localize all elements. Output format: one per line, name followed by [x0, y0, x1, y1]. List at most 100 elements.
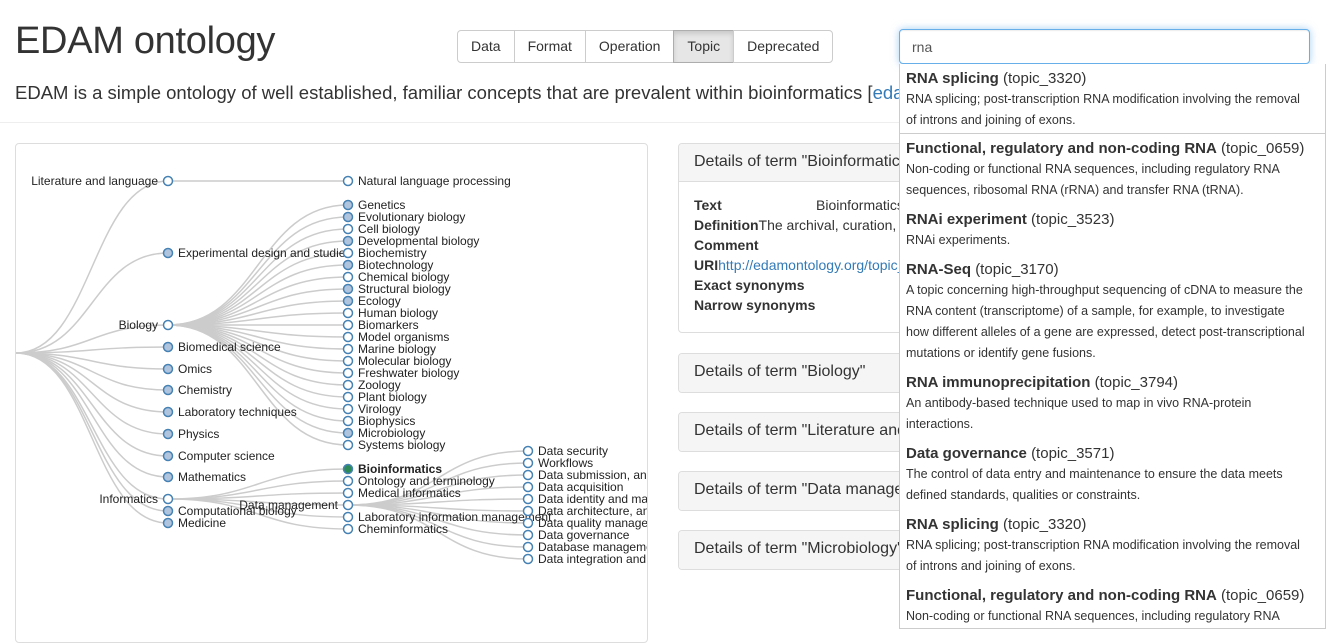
tree-node-circle[interactable]: [342, 523, 354, 535]
tab-topic[interactable]: Topic: [673, 30, 735, 63]
tree-node-omics[interactable]: Omics: [162, 362, 213, 376]
tree-node-circle[interactable]: [522, 445, 534, 457]
tree-node-label[interactable]: Medical informatics: [358, 486, 461, 500]
tree-node-physics[interactable]: Physics: [162, 427, 220, 441]
tree-node-circle[interactable]: [162, 493, 174, 505]
tab-deprecated[interactable]: Deprecated: [733, 30, 834, 63]
tree-node-medicine[interactable]: Medicine: [162, 516, 227, 530]
tree-node-circle[interactable]: [342, 331, 354, 343]
tree-node-circle[interactable]: [342, 403, 354, 415]
tree-node-circle[interactable]: [162, 384, 174, 396]
tree-node-literature-and-language[interactable]: Literature and language: [31, 174, 174, 188]
tree-node-circle[interactable]: [522, 457, 534, 469]
tree-node-biology[interactable]: Biology: [119, 318, 174, 332]
tree-node-label[interactable]: Computer science: [178, 449, 275, 463]
tree-node-circle[interactable]: [342, 175, 354, 187]
suggestion-item[interactable]: Functional, regulatory and non-coding RN…: [900, 134, 1325, 205]
tree-node-label[interactable]: Omics: [178, 362, 212, 376]
tree-node-circle[interactable]: [162, 175, 174, 187]
tree-node-chemistry[interactable]: Chemistry: [162, 383, 233, 397]
tree-node-circle[interactable]: [342, 499, 354, 511]
tree-node-laboratory-techniques[interactable]: Laboratory techniques: [162, 405, 297, 419]
search-input[interactable]: [899, 29, 1310, 64]
tree-node-circle[interactable]: [342, 367, 354, 379]
suggestion-item[interactable]: Data governance (topic_3571) The control…: [900, 439, 1325, 510]
tree-node-label[interactable]: Chemistry: [178, 383, 232, 397]
suggestion-item[interactable]: RNA immunoprecipitation (topic_3794) An …: [900, 368, 1325, 439]
tree-node-label[interactable]: Biology: [119, 318, 158, 332]
tree-node-label[interactable]: Data management: [239, 498, 338, 512]
tree-node-circle[interactable]: [342, 343, 354, 355]
tree-node-circle[interactable]: [342, 307, 354, 319]
tagline-link[interactable]: edam: [873, 82, 900, 103]
tab-data[interactable]: Data: [457, 30, 515, 63]
tree-node-circle[interactable]: [522, 481, 534, 493]
tree-node-circle[interactable]: [162, 341, 174, 353]
tree-node-circle[interactable]: [162, 471, 174, 483]
suggestion-item[interactable]: RNA splicing (topic_3320) RNA splicing; …: [900, 64, 1325, 134]
tree-node-natural-language-processing[interactable]: Natural language processing: [342, 174, 511, 188]
tree-node-circle[interactable]: [342, 379, 354, 391]
tree-node-circle[interactable]: [162, 247, 174, 259]
tree-node-circle[interactable]: [162, 517, 174, 529]
tree-node-label[interactable]: Experimental design and studies: [178, 246, 351, 260]
tree-node-circle[interactable]: [522, 541, 534, 553]
tree-node-computer-science[interactable]: Computer science: [162, 449, 276, 463]
tree-node-label[interactable]: Data integration and warehousing: [538, 552, 648, 566]
suggestion-item[interactable]: RNAi experiment (topic_3523) RNAi experi…: [900, 205, 1325, 255]
suggestion-item[interactable]: RNA-Seq (topic_3170) A topic concerning …: [900, 255, 1325, 368]
tree-node-circle[interactable]: [522, 505, 534, 517]
tree-node-label[interactable]: Natural language processing: [358, 174, 511, 188]
tree-node-circle[interactable]: [162, 505, 174, 517]
tree-node-circle[interactable]: [162, 319, 174, 331]
tree-node-circle[interactable]: [342, 223, 354, 235]
tree-node-label[interactable]: Physics: [178, 427, 219, 441]
tree-node-circle[interactable]: [342, 427, 354, 439]
tree-node-mathematics[interactable]: Mathematics: [162, 470, 247, 484]
tree-node-experimental-design-and-studies[interactable]: Experimental design and studies: [162, 246, 352, 260]
tree-node-label[interactable]: Laboratory techniques: [178, 405, 297, 419]
tree-node-circle[interactable]: [342, 199, 354, 211]
tree-node-data-integration-and-warehousing[interactable]: Data integration and warehousing: [522, 552, 649, 566]
tree-node-circle[interactable]: [342, 475, 354, 487]
tree-node-circle[interactable]: [162, 428, 174, 440]
suggestion-item[interactable]: RNA splicing (topic_3320) RNA splicing; …: [900, 510, 1325, 581]
tab-operation[interactable]: Operation: [584, 30, 675, 63]
tree-node-circle[interactable]: [342, 235, 354, 247]
tab-format[interactable]: Format: [513, 30, 586, 63]
tree-node-circle[interactable]: [162, 406, 174, 418]
tree-node-circle[interactable]: [162, 363, 174, 375]
tree-node-medical-informatics[interactable]: Medical informatics: [342, 486, 461, 500]
tree-node-label[interactable]: Systems biology: [358, 438, 445, 452]
tree-node-circle[interactable]: [342, 487, 354, 499]
tree-node-circle[interactable]: [522, 529, 534, 541]
tree-node-circle[interactable]: [342, 391, 354, 403]
suggestion-item[interactable]: Functional, regulatory and non-coding RN…: [900, 581, 1325, 628]
tree-node-circle[interactable]: [342, 319, 354, 331]
tree-node-circle[interactable]: [522, 517, 534, 529]
tree-node-circle[interactable]: [342, 463, 354, 475]
tree-node-systems-biology[interactable]: Systems biology: [342, 438, 446, 452]
tree-node-circle[interactable]: [342, 511, 354, 523]
tree-node-circle[interactable]: [342, 259, 354, 271]
tree-node-label[interactable]: Informatics: [99, 492, 158, 506]
tree-node-label[interactable]: Biomedical science: [178, 340, 281, 354]
tree-node-label[interactable]: Literature and language: [31, 174, 158, 188]
tree-node-data-management[interactable]: Data management: [239, 498, 354, 512]
tree-node-label[interactable]: Medicine: [178, 516, 226, 530]
tree-node-circle[interactable]: [342, 211, 354, 223]
tree-node-circle[interactable]: [342, 271, 354, 283]
tree-node-circle[interactable]: [342, 247, 354, 259]
tree-node-circle[interactable]: [522, 469, 534, 481]
tree-node-circle[interactable]: [342, 283, 354, 295]
tree-node-label[interactable]: Mathematics: [178, 470, 246, 484]
tree-node-circle[interactable]: [522, 493, 534, 505]
tree-node-circle[interactable]: [342, 439, 354, 451]
tree-node-circle[interactable]: [342, 415, 354, 427]
tree-node-cheminformatics[interactable]: Cheminformatics: [342, 522, 449, 536]
tree-node-circle[interactable]: [162, 450, 174, 462]
tree-node-biomedical-science[interactable]: Biomedical science: [162, 340, 282, 354]
tree-node-circle[interactable]: [342, 295, 354, 307]
tree-node-circle[interactable]: [342, 355, 354, 367]
tree-node-circle[interactable]: [522, 553, 534, 565]
